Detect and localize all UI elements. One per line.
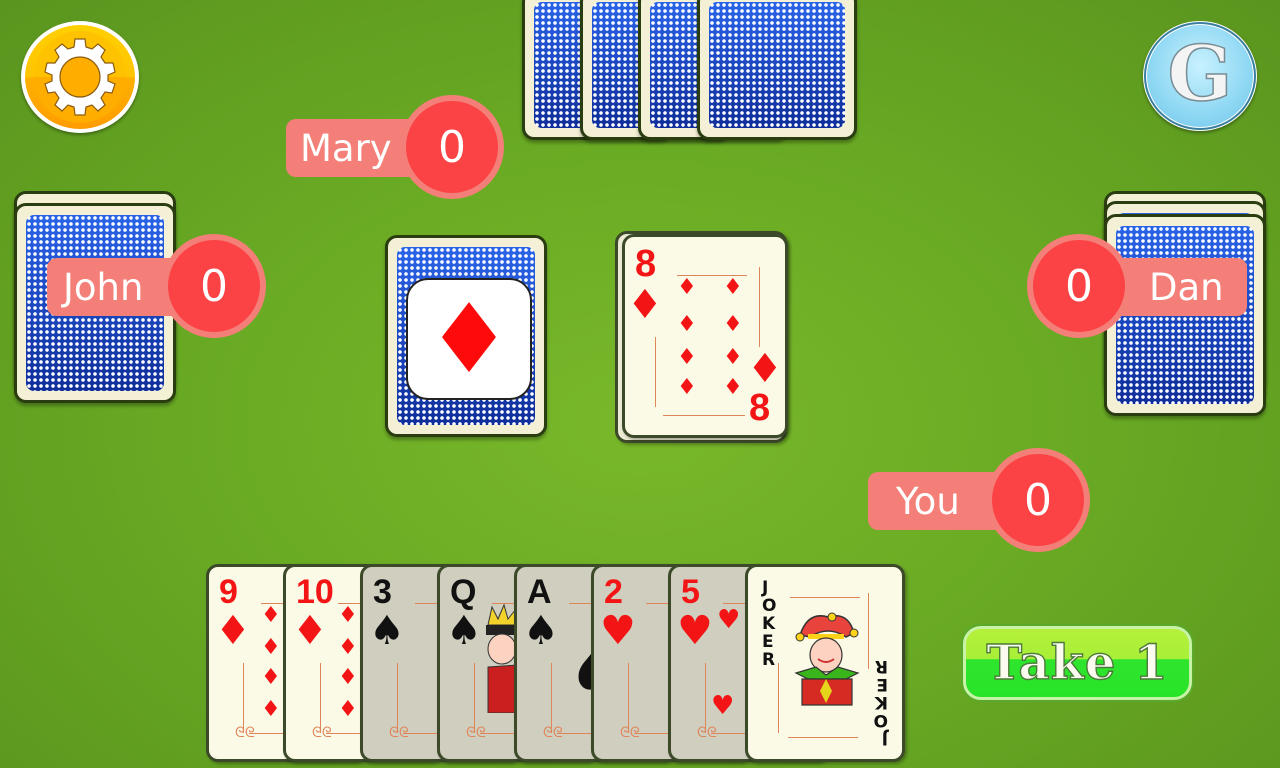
card-rank: 8 — [635, 243, 657, 285]
trump-deck[interactable]: ♦ — [385, 235, 547, 437]
player-score: 0 — [986, 448, 1090, 552]
more-games-button[interactable]: G — [1143, 21, 1257, 131]
settings-button[interactable] — [21, 21, 139, 133]
card-suit-icon: ♥ — [600, 608, 636, 654]
card-suit-icon: ♠ — [369, 608, 405, 654]
card-suit-icon: ♦ — [292, 608, 328, 654]
trump-suit-panel: ♦ — [406, 278, 532, 400]
joker-label: JOKER — [762, 578, 777, 670]
diamond-icon: ♦ — [425, 283, 513, 395]
player-badge-john: John 0 — [47, 234, 269, 338]
player-badge-mary: Mary 0 — [286, 95, 506, 199]
card-back — [697, 0, 857, 140]
player-badge-dan: Dan 0 — [1027, 234, 1249, 338]
played-card: 8 ♦ ♦ ♦ ♦ ♦ ♦ ♦ ♦ ♦ ♦ 8 — [622, 234, 788, 438]
joker-label-bottom: JOKER — [873, 656, 888, 748]
joker-jester-icon — [794, 612, 860, 706]
card-rank: 3 — [373, 573, 392, 611]
player-score: 0 — [400, 95, 504, 199]
card-rank-bottom: 8 — [749, 387, 771, 429]
card-rank: 10 — [296, 573, 334, 611]
card-suit-icon: ♦ — [215, 608, 251, 654]
card-rank: 2 — [604, 573, 623, 611]
take-one-label: Take 1 — [986, 634, 1169, 691]
card-rank: 5 — [681, 573, 700, 611]
card-suit-icon: ♥ — [677, 608, 713, 654]
player-badge-you: You 0 — [868, 448, 1090, 552]
queen-figure-icon — [486, 603, 518, 713]
diamond-icon: ♦ — [747, 346, 783, 392]
card-rank: 9 — [219, 573, 238, 611]
player-score: 0 — [162, 234, 266, 338]
card-rank: A — [527, 573, 552, 611]
card-suit-icon: ♠ — [523, 608, 559, 654]
hand-card-joker[interactable]: JOKER JOKER — [745, 564, 905, 762]
take-one-button[interactable]: Take 1 — [963, 626, 1192, 700]
card-suit-icon: ♠ — [446, 608, 482, 654]
diamond-icon: ♦ — [627, 282, 663, 328]
player-score: 0 — [1027, 234, 1131, 338]
gear-icon — [34, 31, 126, 123]
games-g-icon: G — [1167, 29, 1233, 118]
card-rank: Q — [450, 573, 477, 611]
